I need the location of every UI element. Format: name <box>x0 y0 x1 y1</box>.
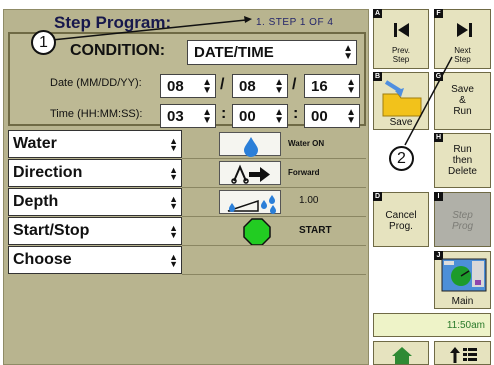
step-program-screen: Step Program: 1. STEP 1 OF 4 CONDITION: … <box>0 0 494 365</box>
callout-1: 1 <box>31 30 56 55</box>
annotation-leader-lines <box>51 16 453 146</box>
callout-2: 2 <box>389 146 414 171</box>
